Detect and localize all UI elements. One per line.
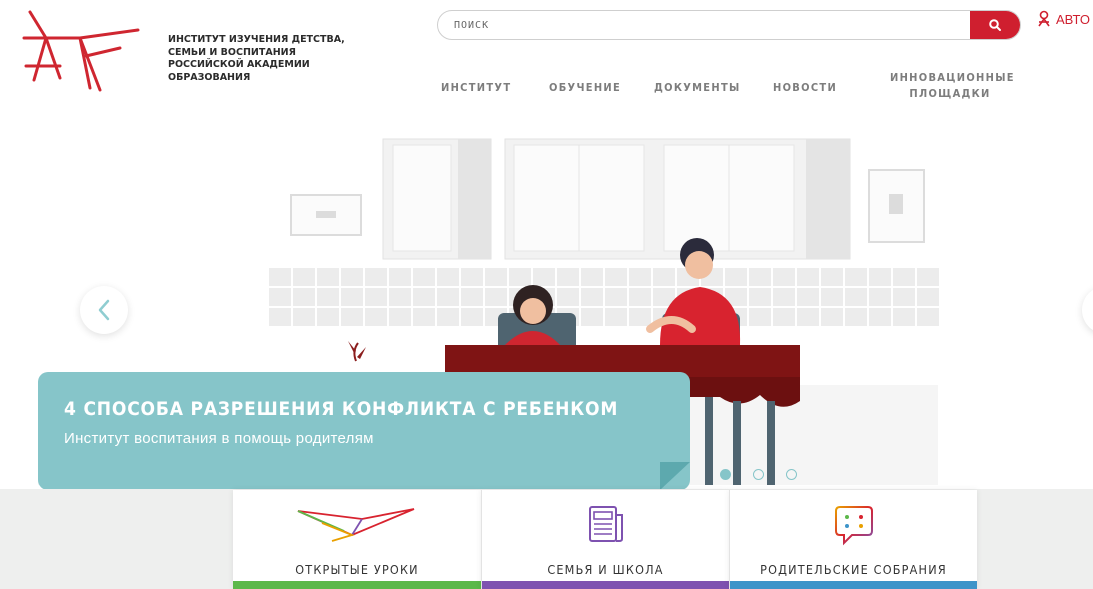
category-cards: ОТКРЫТЫЕ УРОКИ СЕМЬЯ И ШКОЛА РОДИТЕЛЬСКИ… [233, 490, 978, 589]
nav-item-institute[interactable]: ИНСТИТУТ [441, 80, 511, 96]
card-parent-meetings[interactable]: РОДИТЕЛЬСКИЕ СОБРАНИЯ [729, 490, 977, 589]
card-accent-bar [482, 581, 729, 589]
search-input[interactable] [438, 11, 972, 39]
slider-pagination [720, 469, 797, 480]
search-icon [989, 19, 1001, 31]
newspaper-icon [541, 500, 671, 550]
card-family-and-school[interactable]: СЕМЬЯ И ШКОЛА [481, 490, 729, 589]
slider-prev-button[interactable] [80, 286, 128, 334]
card-open-lessons[interactable]: ОТКРЫТЫЕ УРОКИ [233, 490, 481, 589]
slider-dot-3[interactable] [786, 469, 797, 480]
user-icon [1038, 10, 1050, 27]
main-navigation: ИНСТИТУТ ОБУЧЕНИЕ ДОКУМЕНТЫ НОВОСТИ ИННО… [0, 70, 1093, 110]
chat-bubble-icon [789, 500, 919, 550]
card-label: СЕМЬЯ И ШКОЛА [547, 562, 664, 577]
slider-dot-2[interactable] [753, 469, 764, 480]
paper-plane-icon [292, 500, 422, 550]
slide-subtitle: Институт воспитания в помощь родителям [64, 430, 374, 447]
chevron-left-icon [98, 299, 110, 321]
slide-caption[interactable]: 4 СПОСОБА РАЗРЕШЕНИЯ КОНФЛИКТА С РЕБЕНКО… [38, 372, 690, 490]
nav-item-innovation-sites[interactable]: ИННОВАЦИОННЫЕ ПЛОЩАДКИ [890, 70, 1014, 102]
search-button[interactable] [970, 11, 1020, 39]
slide-title: 4 СПОСОБА РАЗРЕШЕНИЯ КОНФЛИКТА С РЕБЕНКО… [64, 398, 619, 420]
hero-slider: 4 СПОСОБА РАЗРЕШЕНИЯ КОНФЛИКТА С РЕБЕНКО… [0, 115, 1093, 495]
login-label: АВТО [1056, 11, 1090, 27]
card-accent-bar [233, 581, 481, 589]
login-link[interactable]: АВТО [1036, 10, 1090, 28]
nav-item-documents[interactable]: ДОКУМЕНТЫ [654, 80, 741, 96]
slider-dot-1[interactable] [720, 469, 731, 480]
card-label: РОДИТЕЛЬСКИЕ СОБРАНИЯ [760, 562, 947, 577]
search-bar [437, 10, 1021, 40]
nav-item-education[interactable]: ОБУЧЕНИЕ [549, 80, 621, 96]
card-accent-bar [730, 581, 977, 589]
card-label: ОТКРЫТЫЕ УРОКИ [295, 562, 419, 577]
nav-item-news[interactable]: НОВОСТИ [773, 80, 837, 96]
